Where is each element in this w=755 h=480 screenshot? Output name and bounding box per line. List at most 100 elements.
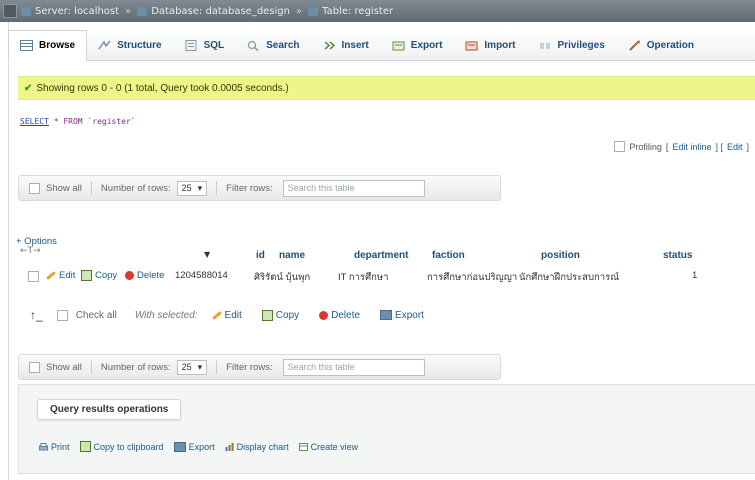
copy-icon <box>261 309 273 321</box>
sql-query: SELECT * FROM `register` <box>20 117 136 126</box>
edit-query-link[interactable]: Edit <box>727 142 743 152</box>
show-all-checkbox[interactable] <box>29 182 40 194</box>
bulk-export-button[interactable]: Export <box>380 310 424 321</box>
bulk-actions: ↑_ Check all With selected: Edit Copy De… <box>30 308 436 322</box>
print-link[interactable]: Print <box>39 441 70 452</box>
breadcrumb-server[interactable]: Server: localhost <box>35 6 119 17</box>
rows-select-value: 25 <box>181 182 192 193</box>
copy-to-clipboard-link[interactable]: Copy to clipboard <box>79 441 164 452</box>
breadcrumb-separator: » <box>125 5 132 17</box>
search-icon <box>247 40 259 51</box>
sql-keyword-select[interactable]: SELECT <box>20 117 49 126</box>
breadcrumb: Server: localhost » Database: database_d… <box>21 6 393 17</box>
row-delete-link[interactable]: Delete <box>125 270 164 281</box>
success-message: ✔ Showing rows 0 - 0 (1 total, Query too… <box>18 76 755 100</box>
collapse-icon[interactable] <box>3 4 17 18</box>
column-arrows-icon[interactable]: ←T→ <box>20 246 41 256</box>
tab-import-label: Import <box>484 39 516 51</box>
column-header-name[interactable]: name <box>279 250 305 261</box>
show-all-label: Show all <box>46 182 82 194</box>
breadcrumb-separator: » <box>296 5 303 17</box>
profiling-checkbox[interactable] <box>614 141 626 152</box>
delete-icon <box>319 310 329 320</box>
bracket-close-2: ] <box>746 141 749 152</box>
sql-query-rest: * FROM `register` <box>48 117 136 126</box>
show-all-checkbox[interactable] <box>29 361 40 373</box>
sort-dropdown-icon[interactable]: ▼ <box>204 250 210 259</box>
bulk-edit-button[interactable]: Edit <box>211 310 242 321</box>
tab-insert[interactable]: Insert <box>312 30 381 60</box>
show-all-label: Show all <box>46 361 82 373</box>
structure-icon <box>98 40 111 49</box>
query-results-title: Query results operations <box>37 399 182 420</box>
export-icon <box>380 310 393 320</box>
cell-faction: การศึกษาก่อนปริญญา <box>427 272 518 283</box>
column-header-id[interactable]: id <box>256 250 265 261</box>
export-icon <box>173 441 186 452</box>
rows-select[interactable]: 25 ▾ <box>176 359 208 375</box>
operations-icon <box>629 39 640 51</box>
column-header-department[interactable]: department <box>354 250 408 261</box>
display-chart-link[interactable]: Display chart <box>225 441 289 452</box>
cell-name: ศิริรัตน์ บุ้นพุก <box>254 272 311 283</box>
database-icon <box>137 6 148 16</box>
column-header-faction[interactable]: faction <box>432 250 465 261</box>
edit-inline-link[interactable]: Edit inline <box>672 142 711 152</box>
tab-export[interactable]: Export <box>381 30 455 60</box>
export-link[interactable]: Export <box>173 441 215 452</box>
tab-import[interactable]: Import <box>454 30 527 60</box>
profiling-label: Profiling <box>629 141 662 152</box>
breadcrumb-database[interactable]: Database: database_design <box>151 6 290 17</box>
tab-sql-label: SQL <box>203 39 225 51</box>
pencil-icon <box>211 310 222 320</box>
profiling-controls: Profiling [ Edit inline ] [ Edit ] <box>614 141 749 152</box>
tab-browse-label: Browse <box>39 40 76 51</box>
query-results-links: Print Copy to clipboard Export Display c… <box>39 441 358 452</box>
column-header-position[interactable]: position <box>541 250 580 261</box>
table-row: Edit Copy Delete 1204588014 ศิริรัตน์ บุ… <box>18 266 708 286</box>
left-border <box>8 22 9 480</box>
tab-structure-label: Structure <box>117 39 162 51</box>
navigation-bar-bottom: Show all Number of rows: 25 ▾ Filter rows… <box>18 354 501 380</box>
column-header-status[interactable]: status <box>663 250 692 261</box>
tab-operations[interactable]: Operation <box>617 30 706 60</box>
breadcrumb-bar: Server: localhost » Database: database_d… <box>0 0 755 22</box>
row-copy-link[interactable]: Copy <box>81 270 117 281</box>
row-delete-label: Delete <box>137 270 165 281</box>
tab-privileges-label: Privileges <box>557 39 605 51</box>
breadcrumb-table[interactable]: Table: register <box>322 6 393 17</box>
tab-search[interactable]: Search <box>236 30 311 60</box>
filter-input[interactable]: Search this table <box>282 358 425 376</box>
view-icon <box>298 442 308 451</box>
bulk-delete-button[interactable]: Delete <box>319 310 360 321</box>
copy-to-clipboard-label: Copy to clipboard <box>93 441 164 452</box>
rows-select[interactable]: 25 ▾ <box>176 180 208 196</box>
tab-privileges[interactable]: Privileges <box>528 30 617 60</box>
filter-input[interactable]: Search this table <box>282 179 425 197</box>
create-view-link[interactable]: Create view <box>298 441 358 452</box>
with-selected-label: With selected: <box>134 309 198 321</box>
tab-sql[interactable]: SQL <box>174 30 237 60</box>
tab-structure[interactable]: Structure <box>87 30 173 60</box>
bulk-copy-button[interactable]: Copy <box>261 309 299 321</box>
cell-position: นักศึกษาฝึกประสบการณ์ <box>519 272 620 283</box>
copy-icon <box>81 270 92 281</box>
row-edit-label: Edit <box>59 270 76 281</box>
privileges-icon <box>539 42 550 49</box>
tab-browse[interactable]: Browse <box>8 30 88 61</box>
divider <box>216 181 218 195</box>
row-checkbox[interactable] <box>28 271 39 282</box>
check-all-checkbox[interactable] <box>56 309 68 321</box>
bracket-close: ] [ <box>715 141 723 152</box>
row-edit-link[interactable]: Edit <box>46 270 75 281</box>
filter-label: Filter rows: <box>226 182 273 194</box>
arrow-up-icon: ↑_ <box>30 308 43 322</box>
import-icon <box>465 41 478 50</box>
pencil-icon <box>46 271 56 280</box>
table-icon <box>308 6 319 16</box>
display-chart-label: Display chart <box>236 441 289 452</box>
navigation-bar-top: Show all Number of rows: 25 ▾ Filter rows… <box>18 175 501 201</box>
check-all-label[interactable]: Check all <box>76 310 117 321</box>
export-label: Export <box>188 441 215 452</box>
tab-bar: Browse Structure SQL Search Insert Expor… <box>8 30 755 61</box>
